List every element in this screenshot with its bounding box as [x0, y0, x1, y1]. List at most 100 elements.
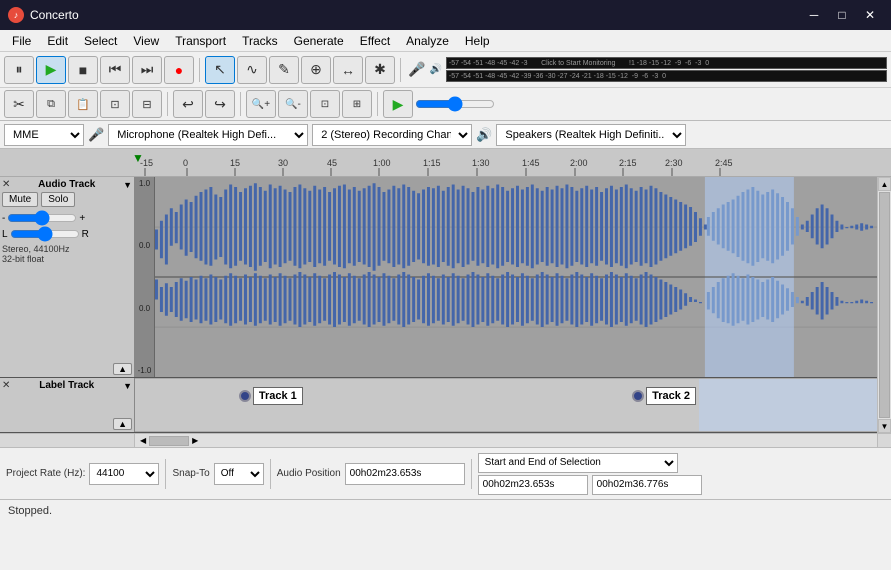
- menu-analyze[interactable]: Analyze: [398, 32, 457, 50]
- select-tool-button[interactable]: ↖: [205, 56, 235, 84]
- pan-slider[interactable]: [10, 227, 80, 241]
- vu-scale-top: -57 -54 -51 -48 -45 -42 -3 Click to Star…: [449, 60, 709, 67]
- gain-max-label: +: [79, 213, 85, 224]
- input-device-select[interactable]: Microphone (Realtek High Defi...: [108, 124, 308, 146]
- audio-position-input[interactable]: [345, 463, 465, 485]
- scroll-left-button[interactable]: ◀: [137, 436, 149, 445]
- collapse-button[interactable]: ▲: [113, 363, 132, 375]
- timeshift-tool-button[interactable]: ↔: [333, 56, 363, 84]
- audio-position-label: Audio Position: [277, 468, 341, 479]
- status-bar: Stopped.: [0, 499, 891, 521]
- draw-tool-button[interactable]: ✎: [269, 56, 299, 84]
- sel-start-input[interactable]: [478, 475, 588, 495]
- menu-tracks[interactable]: Tracks: [234, 32, 286, 50]
- tracks-main-area: ✕ Audio Track ▼ Mute Solo - + L: [0, 177, 877, 433]
- scroll-down-button[interactable]: ▼: [878, 419, 891, 433]
- zoom-sel-button[interactable]: ⊡: [310, 90, 340, 118]
- audio-position-group: Audio Position: [277, 463, 465, 485]
- edit-sep-1: [167, 92, 168, 116]
- zoom-tool-button[interactable]: ⊕: [301, 56, 331, 84]
- title-bar-controls: ─ □ ✕: [801, 4, 883, 26]
- audio-track-waveform[interactable]: 1.0 0.0 0.0 -1.0: [135, 177, 877, 377]
- selection-inputs: [478, 475, 702, 495]
- menu-file[interactable]: File: [4, 32, 39, 50]
- app-icon: ♪: [8, 7, 24, 23]
- pan-right-label: R: [82, 229, 89, 240]
- rewind-button[interactable]: ⏮: [100, 56, 130, 84]
- toolbar-sep-2: [400, 58, 401, 82]
- label-track1-text[interactable]: Track 1: [253, 387, 303, 405]
- play-button[interactable]: ▶: [36, 56, 66, 84]
- label-track-close-button[interactable]: ✕: [2, 380, 10, 391]
- record-button[interactable]: ●: [164, 56, 194, 84]
- forward-button[interactable]: ⏭: [132, 56, 162, 84]
- toolbar-sep-1: [199, 58, 200, 82]
- label-track-dropdown-button[interactable]: ▼: [123, 381, 132, 391]
- redo-button[interactable]: ↪: [205, 90, 235, 118]
- menu-help[interactable]: Help: [457, 32, 498, 50]
- track-collapse-area: ▲: [2, 363, 132, 375]
- solo-button[interactable]: Solo: [41, 192, 75, 207]
- copy-button[interactable]: ⧉: [36, 90, 66, 118]
- speed-slider[interactable]: [415, 97, 495, 111]
- menu-transport[interactable]: Transport: [167, 32, 234, 50]
- scroll-thumb[interactable]: [879, 192, 890, 418]
- bt-sep-3: [471, 459, 472, 489]
- channels-select[interactable]: 2 (Stereo) Recording Channels: [312, 124, 472, 146]
- menu-view[interactable]: View: [125, 32, 167, 50]
- waveform-svg: [155, 177, 877, 377]
- label-track2-text[interactable]: Track 2: [646, 387, 696, 405]
- paste-button[interactable]: 📋: [68, 90, 98, 118]
- zoom-in-button[interactable]: 🔍+: [246, 90, 276, 118]
- zoom-out-button[interactable]: 🔍-: [278, 90, 308, 118]
- pan-slider-row: L R: [2, 227, 132, 241]
- menu-select[interactable]: Select: [76, 32, 125, 50]
- gain-slider[interactable]: [7, 211, 77, 225]
- h-scroll-thumb[interactable]: [149, 436, 189, 446]
- sel-end-input[interactable]: [592, 475, 702, 495]
- zoom-fit-button[interactable]: ⊞: [342, 90, 372, 118]
- audio-host-select[interactable]: MME: [4, 124, 84, 146]
- scroll-right-button[interactable]: ▶: [189, 436, 201, 445]
- mute-button[interactable]: Mute: [2, 192, 38, 207]
- gain-slider-row: - +: [2, 211, 132, 225]
- envelope-tool-button[interactable]: ∿: [237, 56, 267, 84]
- track-close-button[interactable]: ✕: [2, 179, 10, 190]
- selection-type-select[interactable]: Start and End of Selection: [478, 453, 678, 473]
- svg-text:1:15: 1:15: [423, 158, 441, 168]
- track-mute-solo: Mute Solo: [2, 192, 132, 207]
- timeline-ruler[interactable]: ▼ -15 0 15 30 45 1:00 1:15 1:30 1:45 2:0…: [0, 149, 891, 177]
- multi-tool-button[interactable]: ✱: [365, 56, 395, 84]
- label-track-collapse: ▲: [2, 418, 132, 430]
- stop-button[interactable]: ■: [68, 56, 98, 84]
- trim-button[interactable]: ⊡: [100, 90, 130, 118]
- h-scroll-track[interactable]: ◀ ▶: [135, 434, 877, 447]
- cut-button[interactable]: ✂: [4, 90, 34, 118]
- minimize-button[interactable]: ─: [801, 4, 827, 26]
- tracks-area: ✕ Audio Track ▼ Mute Solo - + L: [0, 177, 891, 447]
- silence-button[interactable]: ⊟: [132, 90, 162, 118]
- output-device-select[interactable]: Speakers (Realtek High Definiti...: [496, 124, 686, 146]
- menu-generate[interactable]: Generate: [286, 32, 352, 50]
- snap-to-select[interactable]: Off: [214, 463, 264, 485]
- svg-text:2:30: 2:30: [665, 158, 683, 168]
- play-at-speed-button[interactable]: ▶: [383, 90, 413, 118]
- menu-effect[interactable]: Effect: [352, 32, 398, 50]
- label-track-content[interactable]: Track 1 Track 2: [135, 378, 877, 432]
- close-button[interactable]: ✕: [857, 4, 883, 26]
- pan-left-label: L: [2, 229, 8, 240]
- track-dropdown-button[interactable]: ▼: [123, 180, 132, 190]
- pause-button[interactable]: ⏸: [4, 56, 34, 84]
- audio-pos-inputs: [345, 463, 465, 485]
- scroll-up-button[interactable]: ▲: [878, 177, 891, 191]
- project-rate-select[interactable]: 44100: [89, 463, 159, 485]
- vertical-scrollbar[interactable]: ▲ ▼: [877, 177, 891, 433]
- undo-button[interactable]: ↩: [173, 90, 203, 118]
- snap-to-group: Snap-To Off: [172, 463, 263, 485]
- maximize-button[interactable]: □: [829, 4, 855, 26]
- svg-text:1:45: 1:45: [522, 158, 540, 168]
- menu-edit[interactable]: Edit: [39, 32, 76, 50]
- selection-group: Start and End of Selection: [478, 453, 702, 495]
- ruler-ticks-container: -15 0 15 30 45 1:00 1:15 1:30 1:45 2:00 …: [135, 149, 877, 176]
- label-collapse-button[interactable]: ▲: [113, 418, 132, 430]
